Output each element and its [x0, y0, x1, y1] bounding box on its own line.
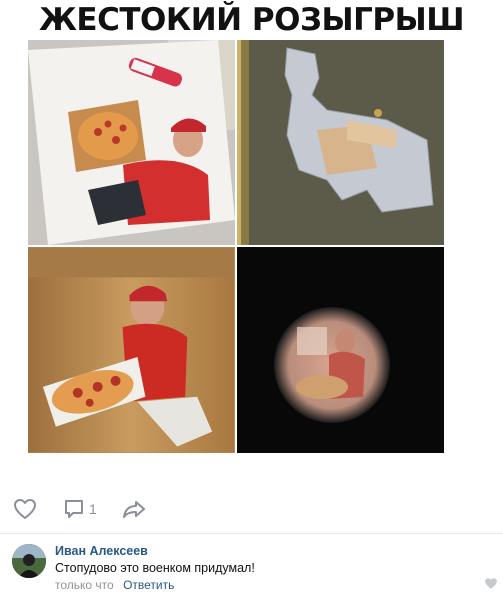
comment-time: только что [55, 578, 114, 592]
reply-link[interactable]: Ответить [123, 578, 174, 592]
comment-button[interactable]: 1 [63, 498, 97, 520]
heart-icon [14, 499, 36, 519]
share-icon [123, 501, 145, 518]
share-button[interactable] [122, 498, 146, 520]
comment-text: Стопудово это военком придумал! [55, 561, 255, 575]
comment-icon [65, 500, 83, 518]
like-button[interactable] [13, 498, 37, 520]
post-actions: 1 [0, 488, 503, 528]
photo-pizza-guy-printout[interactable] [28, 40, 235, 245]
photo-cutout-standing[interactable] [28, 247, 235, 453]
photo-cutout-on-door[interactable] [237, 40, 444, 245]
divider [0, 533, 503, 534]
comment-meta: только что Ответить [55, 578, 174, 592]
comment-author[interactable]: Иван Алексеев [55, 544, 148, 558]
photo-grid [28, 40, 444, 453]
avatar[interactable] [12, 544, 46, 578]
photo-peephole-view[interactable] [237, 247, 444, 453]
post-title: ЖЕСТОКИЙ РОЗЫГРЫШ [38, 2, 465, 38]
heart-icon [485, 578, 497, 589]
comment-like-button[interactable] [484, 577, 498, 595]
comment-count: 1 [89, 501, 97, 517]
